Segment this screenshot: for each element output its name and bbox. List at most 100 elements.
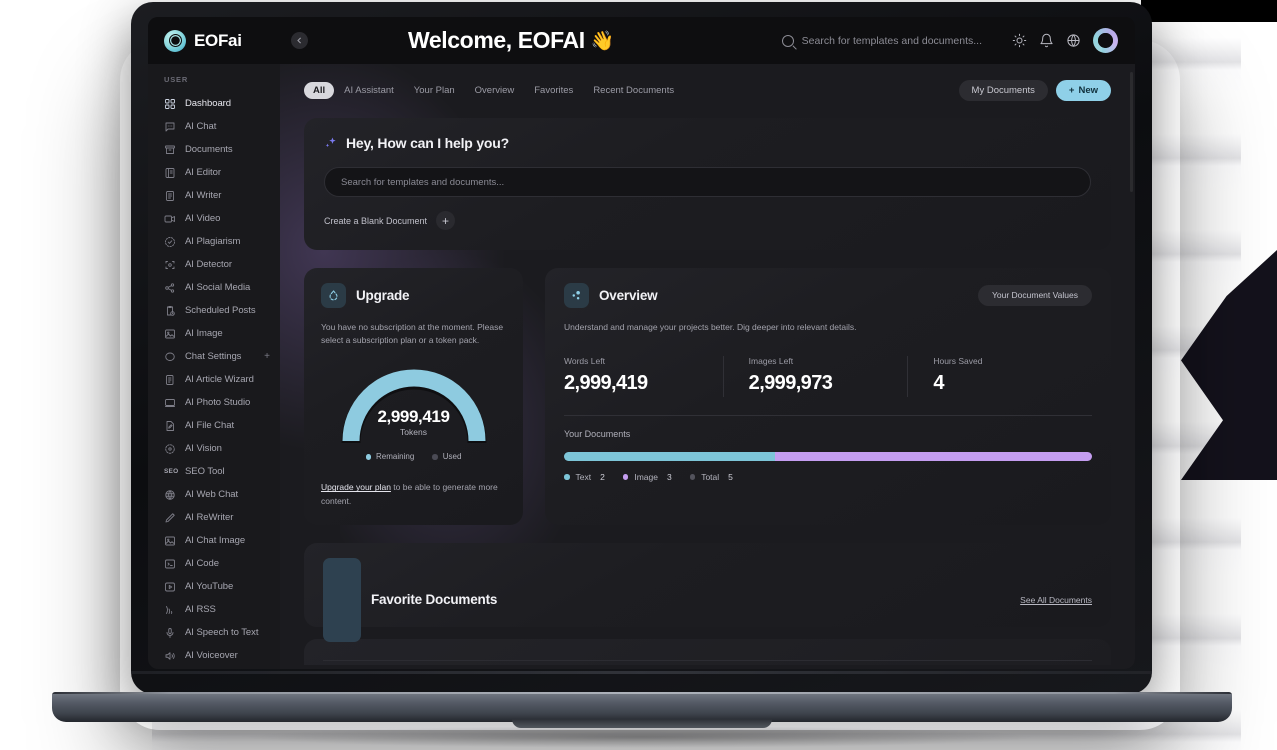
sidebar-item-label: AI File Chat <box>185 420 235 431</box>
sidebar-item-ai-chat[interactable]: AI Chat <box>148 115 280 138</box>
next-card-peek <box>304 638 1111 665</box>
legend-label: Total <box>701 472 720 483</box>
tab-overview[interactable]: Overview <box>465 82 525 99</box>
overview-dots-icon <box>564 283 589 308</box>
sidebar-item-ai-rss[interactable]: AI RSS <box>148 598 280 621</box>
sidebar-item-ai-speech-to-text[interactable]: AI Speech to Text <box>148 621 280 644</box>
documents-progress-bar <box>564 452 1092 462</box>
sidebar-item-ai-social-media[interactable]: AI Social Media <box>148 276 280 299</box>
overview-description: Understand and manage your projects bett… <box>564 322 857 332</box>
sidebar-item-ai-file-chat[interactable]: AI File Chat <box>148 414 280 437</box>
stat-words-left: Words Left 2,999,419 <box>564 356 723 393</box>
favorites-title: Favorite Documents <box>371 592 498 608</box>
main-content: All AI Assistant Your Plan Overview Favo… <box>280 64 1135 669</box>
tab-your-plan[interactable]: Your Plan <box>404 82 465 99</box>
check-circle-icon <box>165 236 175 247</box>
sidebar-item-label: AI ReWriter <box>185 512 234 523</box>
sidebar-item-seo-tool[interactable]: SEO SEO Tool <box>148 460 280 483</box>
topbar-icon-group <box>1012 28 1118 53</box>
image-icon <box>165 536 175 545</box>
seo-text-icon: SEO <box>164 468 179 475</box>
tab-ai-assistant[interactable]: AI Assistant <box>334 82 404 99</box>
gauge-unit-label: Tokens <box>400 427 427 438</box>
overview-divider <box>564 415 1092 417</box>
sidebar-item-ai-vision[interactable]: AI Vision <box>148 437 280 460</box>
toolbar-actions: My Documents + New <box>958 79 1111 101</box>
upgrade-header: Upgrade <box>321 283 506 308</box>
sidebar-item-label: AI Speech to Text <box>185 627 259 638</box>
top-bar: EOFai Welcome, EOFAI 👋 Search for templa… <box>148 17 1135 64</box>
my-documents-button[interactable]: My Documents <box>958 79 1048 101</box>
new-button[interactable]: + New <box>1055 79 1111 101</box>
app-screen: EOFai Welcome, EOFAI 👋 Search for templa… <box>148 17 1135 669</box>
create-blank-document-row[interactable]: Create a Blank Document + <box>324 211 1091 230</box>
chat-settings-add-button[interactable]: + <box>264 351 270 362</box>
chat-bubble-icon <box>165 122 175 131</box>
scrollbar-thumb[interactable] <box>1130 72 1133 192</box>
sidebar-item-label: AI Chat <box>185 121 217 132</box>
sidebar-item-ai-editor[interactable]: AI Editor <box>148 161 280 184</box>
legend-dot-icon <box>432 454 438 460</box>
sidebar-item-ai-youtube[interactable]: AI YouTube <box>148 575 280 598</box>
tab-all[interactable]: All <box>304 81 335 99</box>
scan-icon <box>165 260 175 269</box>
see-all-documents-link[interactable]: See All Documents <box>1020 595 1092 605</box>
favorites-header: Favorite Documents See All Documents <box>323 557 1092 642</box>
sidebar-item-scheduled-posts[interactable]: Scheduled Posts <box>148 299 280 322</box>
hero-search-input[interactable] <box>324 167 1091 197</box>
sidebar-item-ai-voiceover[interactable]: AI Voiceover <box>148 644 280 667</box>
rss-icon <box>166 605 173 614</box>
monitor-icon <box>165 398 175 407</box>
eye-scan-icon <box>165 443 175 454</box>
overview-stats: Words Left 2,999,419 Images Left 2,999,9… <box>564 356 1092 398</box>
sidebar-item-ai-photo-studio[interactable]: AI Photo Studio <box>148 391 280 414</box>
sidebar-item-ai-video[interactable]: AI Video <box>148 207 280 230</box>
legend-label: Used <box>442 452 462 462</box>
sidebar-collapse-button[interactable] <box>291 32 308 49</box>
your-document-values-button[interactable]: Your Document Values <box>978 285 1092 306</box>
legend-count: 3 <box>666 472 672 483</box>
language-icon[interactable] <box>1066 33 1081 48</box>
upgrade-footer: Upgrade your plan to be able to generate… <box>321 481 506 507</box>
sidebar-item-documents[interactable]: Documents <box>148 138 280 161</box>
notifications-icon[interactable] <box>1039 33 1054 48</box>
tab-recent-documents[interactable]: Recent Documents <box>583 82 684 99</box>
sidebar-item-ai-code[interactable]: AI Code <box>148 552 280 575</box>
sidebar-item-ai-web-chat[interactable]: AI Web Chat <box>148 483 280 506</box>
brand-logo[interactable]: EOFai <box>148 29 280 52</box>
theme-toggle-icon[interactable] <box>1012 33 1027 48</box>
sidebar-item-label: AI Web Chat <box>185 489 239 500</box>
stat-value: 2,999,973 <box>748 372 833 395</box>
hero-heading: Hey, How can I help you? <box>324 135 1091 151</box>
sidebar-item-ai-detector[interactable]: AI Detector <box>148 253 280 276</box>
upgrade-title: Upgrade <box>356 288 410 303</box>
search-icon <box>781 34 794 47</box>
sidebar-item-ai-article-wizard[interactable]: AI Article Wizard <box>148 368 280 391</box>
global-search[interactable]: Search for templates and documents... <box>781 34 982 47</box>
sidebar-item-ai-rewriter[interactable]: AI ReWriter <box>148 506 280 529</box>
sidebar-section-label: USER <box>164 75 189 84</box>
sidebar-item-dashboard[interactable]: Dashboard <box>148 92 280 115</box>
sidebar-item-ai-writer[interactable]: AI Writer <box>148 184 280 207</box>
upgrade-plan-link[interactable]: Upgrade your plan <box>321 482 391 492</box>
overview-title: Overview <box>599 288 658 303</box>
sidebar-item-ai-chat-image[interactable]: AI Chat Image <box>148 529 280 552</box>
sidebar-item-chat-settings[interactable]: Chat Settings + <box>148 345 280 368</box>
sidebar-item-ai-image[interactable]: AI Image <box>148 322 280 345</box>
speaker-icon <box>165 651 175 660</box>
legend-dot-icon <box>564 474 570 480</box>
legend-dot-icon <box>365 454 372 460</box>
sidebar-item-ai-plagiarism[interactable]: AI Plagiarism <box>148 230 280 253</box>
video-camera-icon <box>164 215 175 222</box>
user-avatar[interactable] <box>1093 28 1118 53</box>
sidebar-item-label: Documents <box>185 144 233 155</box>
create-blank-document-button[interactable]: + <box>436 211 456 230</box>
legend-label: Remaining <box>376 452 415 462</box>
wave-emoji-icon: 👋 <box>590 30 615 52</box>
gauge-center-label: 2,999,419 Tokens <box>341 407 487 438</box>
microphone-icon <box>166 627 174 638</box>
laptop-hinge <box>131 671 1152 674</box>
globe-icon <box>165 489 175 500</box>
sidebar-item-label: AI RSS <box>185 604 216 615</box>
tab-favorites[interactable]: Favorites <box>524 82 583 99</box>
